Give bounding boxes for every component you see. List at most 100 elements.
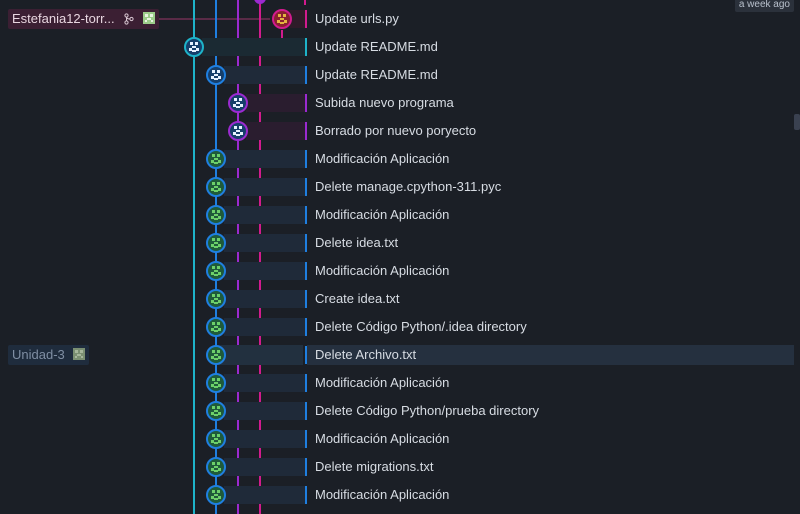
- commit-avatar-icon[interactable]: [206, 177, 226, 197]
- commit-node[interactable]: [254, 0, 266, 4]
- row-lane-band: [224, 318, 305, 336]
- row-lane-band: [202, 38, 305, 56]
- commit-message: Delete Código Python/.idea directory: [315, 319, 527, 334]
- row-lane-band: [224, 262, 305, 280]
- commit-message: Update README.md: [315, 67, 438, 82]
- commit-lane-marker: [305, 122, 307, 140]
- commit-avatar-icon[interactable]: [272, 9, 292, 29]
- commit-avatar-icon[interactable]: [206, 457, 226, 477]
- commit-message: Subida nuevo programa: [315, 95, 454, 110]
- branch-name: Estefania12-torr...: [12, 11, 115, 26]
- commit-row[interactable]: Delete Código Python/prueba directory: [0, 397, 800, 425]
- commit-lane-marker: [305, 374, 307, 392]
- commit-lane-marker: [305, 206, 307, 224]
- scrollbar-thumb[interactable]: [794, 114, 800, 130]
- commit-message: Modificación Aplicación: [315, 431, 450, 446]
- commit-graph: Update urls.py Update README.md Update R…: [0, 0, 800, 514]
- row-lane-band: [224, 178, 305, 196]
- commit-avatar-icon[interactable]: [206, 289, 226, 309]
- commit-message: Create idea.txt: [315, 291, 400, 306]
- row-lane-band: [224, 234, 305, 252]
- row-lane-band: [224, 150, 305, 168]
- row-lane-band: [224, 458, 305, 476]
- commit-message: Delete migrations.txt: [315, 459, 434, 474]
- commit-avatar-icon[interactable]: [228, 121, 248, 141]
- commit-message: Modificación Aplicación: [315, 487, 450, 502]
- commit-message: Delete manage.cpython-311.pyc: [315, 179, 502, 194]
- commit-row[interactable]: Delete idea.txt: [0, 229, 800, 257]
- commit-lane-marker: [305, 458, 307, 476]
- commit-message: Modificación Aplicación: [315, 207, 450, 222]
- commit-row[interactable]: Update README.md: [0, 33, 800, 61]
- commit-avatar-icon[interactable]: [206, 429, 226, 449]
- commit-lane-marker: [305, 234, 307, 252]
- branch-name: Unidad-3: [12, 347, 65, 362]
- commit-avatar-icon[interactable]: [206, 401, 226, 421]
- commit-message: Update README.md: [315, 39, 438, 54]
- commit-lane-marker: [305, 262, 307, 280]
- commit-row[interactable]: Delete Archivo.txt: [0, 341, 800, 369]
- fork-icon: [124, 11, 134, 31]
- remote-avatar-icon: [142, 10, 155, 24]
- commit-avatar-icon[interactable]: [206, 261, 226, 281]
- commit-avatar-icon[interactable]: [206, 205, 226, 225]
- branch-label-main[interactable]: Estefania12-torr...: [8, 9, 159, 29]
- timestamp-badge: a week ago: [734, 0, 794, 12]
- commit-row[interactable]: Modificación Aplicación: [0, 369, 800, 397]
- commit-lane-marker: [305, 486, 307, 504]
- commit-lane-marker: [305, 38, 307, 56]
- commit-row[interactable]: Update README.md: [0, 61, 800, 89]
- commit-row[interactable]: Delete migrations.txt: [0, 453, 800, 481]
- row-lane-band: [224, 66, 305, 84]
- row-lane-band: [224, 486, 305, 504]
- commit-lane-marker: [305, 290, 307, 308]
- commit-avatar-icon[interactable]: [206, 149, 226, 169]
- row-lane-band: [224, 290, 305, 308]
- commit-row[interactable]: Modificación Aplicación: [0, 425, 800, 453]
- commit-row[interactable]: Delete Código Python/.idea directory: [0, 313, 800, 341]
- commit-row[interactable]: Delete manage.cpython-311.pyc: [0, 173, 800, 201]
- commit-lane-marker: [305, 346, 307, 364]
- commit-lane-marker: [305, 10, 307, 28]
- commit-row[interactable]: Modificación Aplicación: [0, 257, 800, 285]
- commit-message: Update urls.py: [315, 11, 399, 26]
- row-lane-band: [224, 374, 305, 392]
- row-lane-band: [290, 10, 305, 28]
- commit-row[interactable]: Modificación Aplicación: [0, 201, 800, 229]
- commit-avatar-icon[interactable]: [206, 317, 226, 337]
- commit-message: Modificación Aplicación: [315, 151, 450, 166]
- commit-avatar-icon[interactable]: [206, 233, 226, 253]
- row-lane-band: [224, 206, 305, 224]
- row-lane-band: [246, 94, 305, 112]
- commit-row[interactable]: Modificación Aplicación: [0, 145, 800, 173]
- commit-lane-marker: [305, 150, 307, 168]
- commit-lane-marker: [305, 178, 307, 196]
- commit-avatar-icon[interactable]: [206, 65, 226, 85]
- commit-row[interactable]: Borrado por nuevo poryecto: [0, 117, 800, 145]
- commit-avatar-icon[interactable]: [206, 373, 226, 393]
- commit-avatar-icon[interactable]: [184, 37, 204, 57]
- row-lane-band: [224, 402, 305, 420]
- commit-lane-marker: [305, 94, 307, 112]
- commit-lane-marker: [305, 66, 307, 84]
- row-lane-band: [224, 430, 305, 448]
- commit-row[interactable]: Create idea.txt: [0, 285, 800, 313]
- commit-message: Delete Código Python/prueba directory: [315, 403, 540, 418]
- commit-row[interactable]: Modificación Aplicación: [0, 481, 800, 509]
- commit-message: Delete idea.txt: [315, 235, 399, 250]
- commit-row[interactable]: Subida nuevo programa: [0, 89, 800, 117]
- commit-message: Modificación Aplicación: [315, 375, 450, 390]
- commit-avatar-icon[interactable]: [228, 93, 248, 113]
- commit-lane-marker: [305, 318, 307, 336]
- remote-avatar-icon: [73, 346, 86, 360]
- row-highlight-graph: [218, 345, 303, 365]
- commit-avatar-icon[interactable]: [206, 345, 226, 365]
- commit-avatar-icon[interactable]: [206, 485, 226, 505]
- commit-message: Borrado por nuevo poryecto: [315, 123, 477, 138]
- commit-lane-marker: [305, 430, 307, 448]
- commit-message: Modificación Aplicación: [315, 263, 450, 278]
- commit-lane-marker: [305, 402, 307, 420]
- branch-label-unidad[interactable]: Unidad-3: [8, 345, 90, 365]
- commit-message: Delete Archivo.txt: [315, 347, 417, 362]
- row-lane-band: [246, 122, 305, 140]
